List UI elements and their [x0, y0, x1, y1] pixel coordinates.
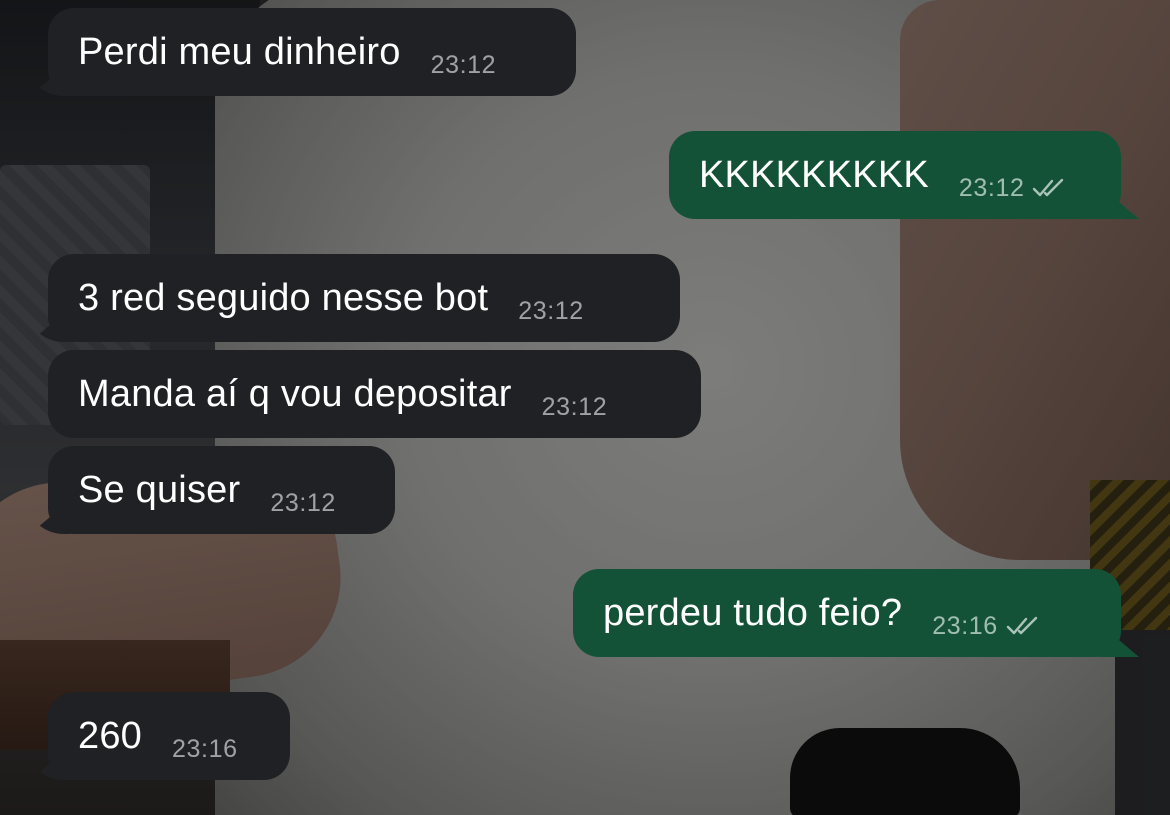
message-time: 23:12: [541, 392, 608, 421]
message-text: 3 red seguido nesse bot: [78, 276, 489, 319]
bubble-tail: [30, 62, 70, 96]
message-meta: 23:12: [431, 51, 497, 80]
message-meta: 23:12: [518, 297, 584, 326]
read-ticks-icon: [1006, 616, 1037, 635]
message-bubble-incoming[interactable]: Se quiser 23:12: [30, 446, 395, 534]
message-time: 23:12: [518, 296, 584, 325]
message-time: 23:12: [430, 50, 497, 79]
message-text: KKKKKKKKK: [699, 153, 929, 196]
bubble-tail: [1099, 185, 1139, 219]
message-meta: 23:16: [932, 612, 1040, 641]
message-time: 23:12: [958, 173, 1025, 202]
message-meta: 23:16: [172, 735, 238, 764]
message-bubble-outgoing[interactable]: perdeu tudo feio? 23:16: [573, 569, 1139, 657]
message-time: 23:12: [270, 488, 336, 517]
message-time: 23:16: [932, 611, 998, 640]
message-meta: 23:12: [270, 489, 336, 518]
read-ticks-icon: [1033, 178, 1064, 197]
chat-thread[interactable]: Perdi meu dinheiro 23:12 KKKKKKKKK 23:12…: [0, 0, 1170, 815]
message-bubble-incoming[interactable]: Perdi meu dinheiro 23:12: [30, 8, 576, 96]
message-bubble-outgoing[interactable]: KKKKKKKKK 23:12: [669, 131, 1139, 219]
message-text: Manda aí q vou depositar: [78, 372, 512, 415]
message-meta: 23:12: [542, 393, 608, 422]
message-text: perdeu tudo feio?: [603, 591, 903, 634]
message-bubble-incoming[interactable]: 260 23:16: [30, 692, 290, 780]
message-text: Se quiser: [78, 468, 241, 511]
message-text: Perdi meu dinheiro: [78, 30, 401, 73]
bubble-tail: [30, 500, 70, 534]
message-text: 260: [78, 714, 143, 757]
message-time: 23:16: [172, 734, 238, 763]
bubble-tail: [1099, 623, 1139, 657]
message-bubble-incoming[interactable]: 3 red seguido nesse bot 23:12: [30, 254, 680, 342]
bubble-tail: [30, 746, 70, 780]
message-meta: 23:12: [959, 174, 1067, 203]
bubble-tail: [30, 308, 70, 342]
message-bubble-incoming[interactable]: Manda aí q vou depositar 23:12: [48, 350, 701, 438]
